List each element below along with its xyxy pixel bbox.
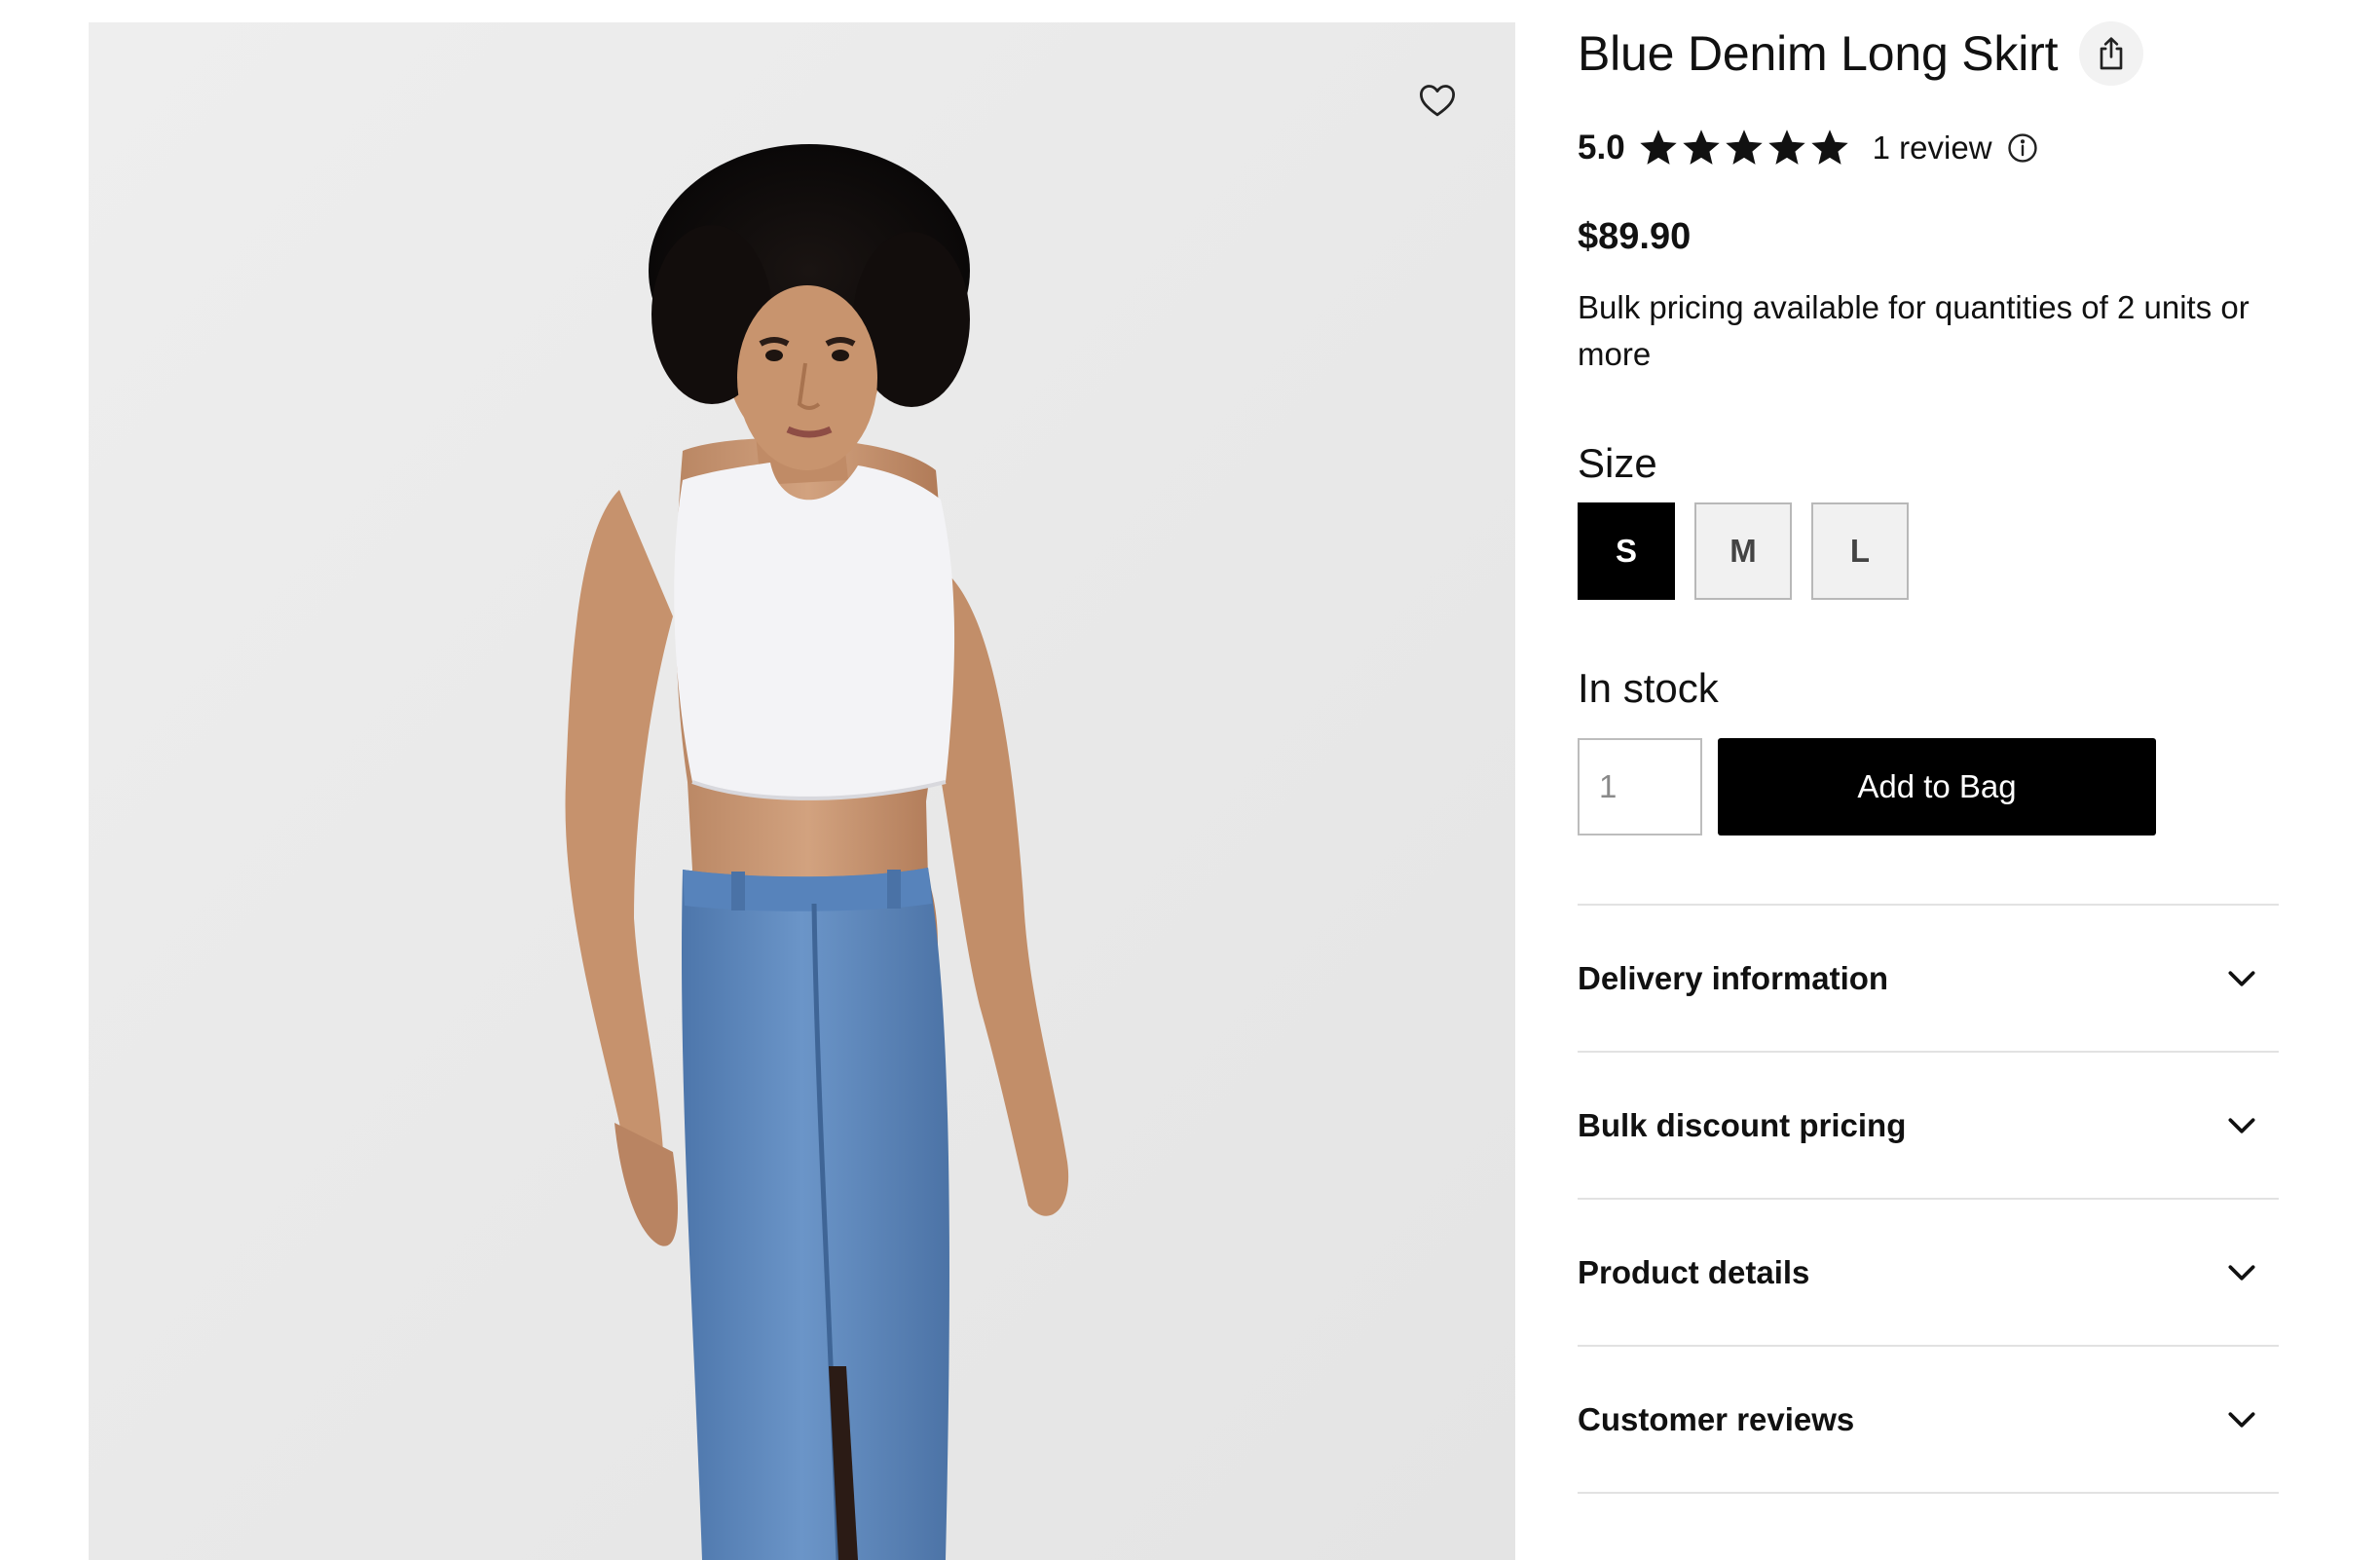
- info-icon[interactable]: [2006, 131, 2039, 165]
- chevron-down-icon: [2228, 1411, 2255, 1428]
- bulk-pricing-note: Bulk pricing available for quantities of…: [1578, 289, 2250, 372]
- rating-value: 5.0: [1578, 129, 1625, 167]
- size-label: Size: [1578, 440, 1657, 486]
- stock-status: In stock: [1578, 665, 1719, 711]
- product-page: Blue Denim Long Skirt 5.0 1 review $89.9…: [0, 0, 2380, 1560]
- star-icon: [1767, 130, 1805, 165]
- chevron-down-icon: [2228, 970, 2255, 986]
- product-accordion: Delivery information Bulk discount prici…: [1578, 904, 2279, 1494]
- size-selector: S M L: [1578, 502, 1928, 600]
- accordion-label: Product details: [1578, 1253, 1810, 1290]
- size-option-l[interactable]: L: [1811, 502, 1909, 600]
- size-option-m[interactable]: M: [1694, 502, 1792, 600]
- star-rating: [1637, 127, 1851, 169]
- title-row: Blue Denim Long Skirt: [1578, 21, 2144, 86]
- star-icon: [1639, 130, 1677, 165]
- star-icon: [1725, 130, 1763, 165]
- accordion-label: Bulk discount pricing: [1578, 1106, 1907, 1143]
- quantity-input[interactable]: [1578, 738, 1702, 836]
- product-title: Blue Denim Long Skirt: [1578, 26, 2059, 81]
- size-option-s[interactable]: S: [1578, 502, 1675, 600]
- accordion-label: Delivery information: [1578, 959, 1889, 996]
- product-price: $89.90: [1578, 216, 1692, 257]
- chevron-down-icon: [2228, 1117, 2255, 1133]
- share-icon: [2100, 37, 2123, 70]
- chevron-down-icon: [2228, 1264, 2255, 1281]
- accordion-delivery-information[interactable]: Delivery information: [1578, 906, 2279, 1053]
- review-count-link[interactable]: 1 review: [1873, 130, 1992, 167]
- accordion-customer-reviews[interactable]: Customer reviews: [1578, 1347, 2279, 1494]
- product-photo: [89, 22, 1515, 1560]
- wishlist-button[interactable]: [1398, 61, 1476, 139]
- rating-row: 5.0 1 review: [1578, 124, 2039, 172]
- share-button[interactable]: [2079, 21, 2144, 86]
- add-to-bag-button[interactable]: Add to Bag: [1718, 738, 2156, 836]
- accordion-product-details[interactable]: Product details: [1578, 1200, 2279, 1347]
- star-icon: [1682, 130, 1720, 165]
- product-image-gallery[interactable]: [89, 22, 1515, 1560]
- heart-icon: [1419, 85, 1456, 117]
- star-icon: [1810, 130, 1848, 165]
- accordion-bulk-discount-pricing[interactable]: Bulk discount pricing: [1578, 1053, 2279, 1200]
- accordion-label: Customer reviews: [1578, 1400, 1855, 1437]
